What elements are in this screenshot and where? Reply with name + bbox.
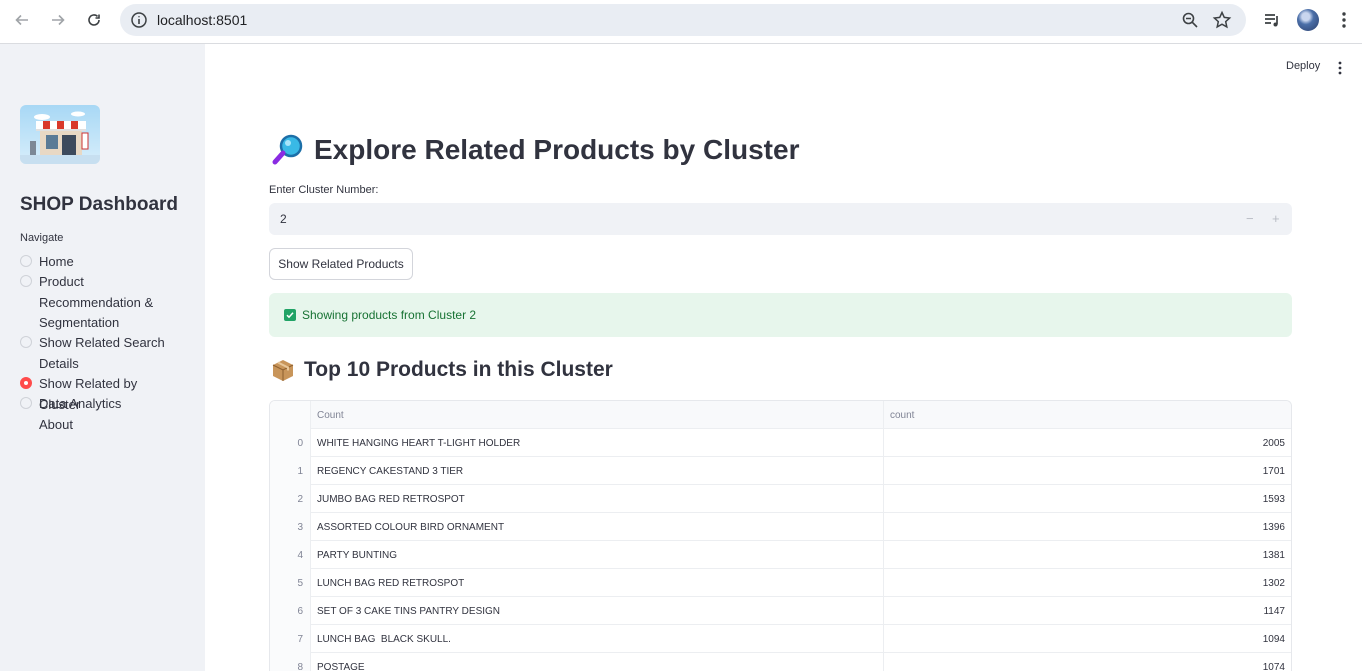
deploy-button[interactable]: Deploy (1286, 60, 1320, 72)
nav-item-product-recommendation[interactable]: Product Recommendation & Segmentation (20, 272, 179, 334)
radio-selected-icon[interactable] (20, 377, 32, 389)
table-row[interactable]: 1 REGENCY CAKESTAND 3 TIER 1701 (270, 457, 1291, 485)
count-cell[interactable]: 1381 (884, 541, 1291, 569)
product-name-cell[interactable]: SET OF 3 CAKE TINS PANTRY DESIGN (311, 597, 884, 625)
row-index: 8 (270, 653, 311, 671)
radio-icon[interactable] (20, 418, 32, 430)
radio-icon[interactable] (20, 275, 32, 287)
magnifier-icon (271, 133, 305, 167)
count-cell[interactable]: 1593 (884, 485, 1291, 513)
nav-item-related-search[interactable]: Show Related Search Details (20, 333, 179, 374)
nav-item-label: About (39, 417, 73, 432)
show-related-products-button[interactable]: Show Related Products (269, 248, 413, 280)
radio-icon[interactable] (20, 336, 32, 348)
table-row[interactable]: 8 POSTAGE 1074 (270, 653, 1291, 671)
address-bar[interactable]: localhost:8501 (120, 4, 1246, 36)
radio-icon[interactable] (20, 397, 32, 409)
page-title: Explore Related Products by Cluster (271, 133, 799, 167)
row-index: 2 (270, 485, 311, 513)
page-title-text: Explore Related Products by Cluster (314, 134, 800, 165)
row-index: 1 (270, 457, 311, 485)
table-row[interactable]: 5 LUNCH BAG RED RETROSPOT 1302 (270, 569, 1291, 597)
product-name-cell[interactable]: PARTY BUNTING (311, 541, 884, 569)
media-control-icon[interactable] (1262, 10, 1282, 35)
count-cell[interactable]: 1701 (884, 457, 1291, 485)
column-header-count[interactable]: count (884, 401, 1291, 429)
package-icon (271, 358, 295, 382)
cluster-number-label: Enter Cluster Number: (269, 184, 379, 196)
section-title-text: Top 10 Products in this Cluster (304, 358, 613, 381)
checkmark-icon (284, 309, 296, 321)
table-row[interactable]: 6 SET OF 3 CAKE TINS PANTRY DESIGN 1147 (270, 597, 1291, 625)
row-index: 0 (270, 429, 311, 457)
nav-item-label: Show Related Search Details (39, 335, 165, 371)
product-name-cell[interactable]: ASSORTED COLOUR BIRD ORNAMENT (311, 513, 884, 541)
increment-icon[interactable]: + (1272, 211, 1280, 226)
table-row[interactable]: 3 ASSORTED COLOUR BIRD ORNAMENT 1396 (270, 513, 1291, 541)
nav-item-home[interactable]: Home (20, 252, 179, 273)
sidebar-title: SHOP Dashboard (20, 194, 179, 215)
product-name-cell[interactable]: POSTAGE (311, 653, 884, 671)
product-name-cell[interactable]: LUNCH BAG RED RETROSPOT (311, 569, 884, 597)
row-index: 5 (270, 569, 311, 597)
nav-item-label: Home (39, 254, 74, 269)
nav-label: Navigate (20, 232, 64, 244)
cluster-number-input[interactable]: 2 − + (269, 203, 1292, 235)
product-name-cell[interactable]: JUMBO BAG RED RETROSPOT (311, 485, 884, 513)
main-menu-icon[interactable] (1337, 60, 1343, 81)
product-name-cell[interactable]: WHITE HANGING HEART T-LIGHT HOLDER (311, 429, 884, 457)
success-alert: Showing products from Cluster 2 (269, 293, 1292, 337)
column-header-name[interactable]: Count (311, 401, 884, 429)
count-cell[interactable]: 1094 (884, 625, 1291, 653)
shop-logo (20, 105, 100, 164)
count-cell[interactable]: 1074 (884, 653, 1291, 671)
nav-item-about[interactable]: About (20, 415, 179, 436)
index-header (270, 401, 311, 429)
table-row[interactable]: 7 LUNCH BAG BLACK SKULL. 1094 (270, 625, 1291, 653)
browser-menu-icon[interactable] (1334, 10, 1354, 35)
cluster-number-value[interactable]: 2 (280, 212, 287, 226)
count-cell[interactable]: 1302 (884, 569, 1291, 597)
success-alert-text: Showing products from Cluster 2 (302, 308, 477, 322)
sidebar: SHOP Dashboard Navigate Home Product Rec… (0, 44, 205, 671)
count-cell[interactable]: 1147 (884, 597, 1291, 625)
back-icon[interactable] (8, 8, 36, 32)
table-row[interactable]: 0 WHITE HANGING HEART T-LIGHT HOLDER 200… (270, 429, 1291, 457)
row-index: 3 (270, 513, 311, 541)
table-row[interactable]: 4 PARTY BUNTING 1381 (270, 541, 1291, 569)
table-header-row: Count count (270, 401, 1291, 429)
profile-avatar[interactable] (1297, 9, 1319, 31)
product-name-cell[interactable]: REGENCY CAKESTAND 3 TIER (311, 457, 884, 485)
product-name-cell[interactable]: LUNCH BAG BLACK SKULL. (311, 625, 884, 653)
zoom-icon[interactable] (1181, 11, 1199, 34)
table-row[interactable]: 2 JUMBO BAG RED RETROSPOT 1593 (270, 485, 1291, 513)
nav-item-data-analytics[interactable]: Data Analytics (20, 394, 179, 415)
products-table[interactable]: Count count 0 WHITE HANGING HEART T-LIGH… (269, 400, 1292, 671)
url-text: localhost:8501 (157, 12, 248, 28)
site-info-icon[interactable] (130, 11, 148, 34)
row-index: 6 (270, 597, 311, 625)
bookmark-star-icon[interactable] (1212, 10, 1232, 35)
nav-item-label: Data Analytics (39, 396, 122, 411)
count-cell[interactable]: 2005 (884, 429, 1291, 457)
reload-icon[interactable] (80, 8, 108, 32)
count-cell[interactable]: 1396 (884, 513, 1291, 541)
nav-item-label: Product Recommendation & Segmentation (39, 274, 154, 330)
row-index: 4 (270, 541, 311, 569)
row-index: 7 (270, 625, 311, 653)
radio-icon[interactable] (20, 255, 32, 267)
forward-icon[interactable] (44, 8, 72, 32)
decrement-icon[interactable]: − (1246, 211, 1254, 226)
browser-toolbar: localhost:8501 (0, 0, 1362, 44)
section-title: Top 10 Products in this Cluster (271, 358, 613, 382)
